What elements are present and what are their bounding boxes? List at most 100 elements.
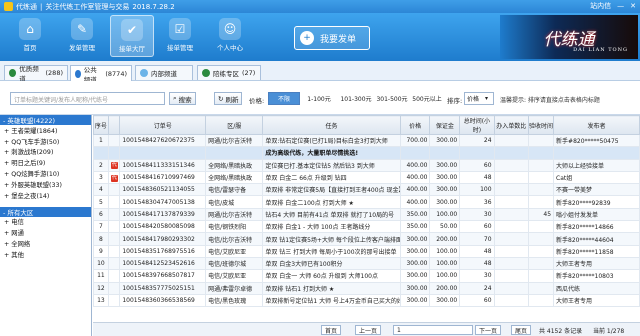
table-row[interactable]: 13 1001548360366538569 电信/黑色玫瑰 单双排新号定位钻1 大师… xyxy=(93,293,640,308)
table-row[interactable]: 1 1001548427620672375 网通/比尔吉沃特 单双:钻石定位赛(已打1… xyxy=(93,133,640,148)
column-header[interactable]: 总时间(小时) xyxy=(459,115,495,135)
minimize-button[interactable]: — xyxy=(617,2,624,10)
sidebar-item[interactable]: + 外服英雄联盟(33) xyxy=(0,179,91,190)
sidebar-group-lol[interactable]: - 英雄联盟(4222) xyxy=(0,115,91,125)
sidebar-item[interactable]: + 网通 xyxy=(0,227,91,238)
nav-home[interactable]: ⌂ 首页 xyxy=(8,15,52,57)
table-row[interactable]: 10 1001548412523452616 电信/班德尔城 单双 白金3大师已有10… xyxy=(93,256,640,271)
sidebar-item[interactable]: + QQ飞车手游(50) xyxy=(0,136,91,147)
column-header[interactable]: 序号 xyxy=(93,115,109,135)
tab-premium[interactable]: 优质频道 (288) xyxy=(4,65,68,83)
search-input[interactable]: 订单标题关键词/发布人昵称/代练号 xyxy=(10,92,165,105)
table-cell-server: 电信/钢铁烈阳 xyxy=(205,220,264,234)
refresh-button[interactable]: ↻ 刷新 xyxy=(214,92,243,105)
sidebar-item[interactable]: + 刺激战场(209) xyxy=(0,147,91,158)
table-cell-task: 单双排 钻石1 打到大师 ★ xyxy=(262,281,401,295)
sort-tip: 温馨提示: 排序请直接点击表格内标题 xyxy=(500,97,600,104)
table-row[interactable]: 6 1001548417137879339 网通/比尔吉沃特 钻石4 大师 目前有41… xyxy=(93,207,640,222)
price-range-2[interactable]: 101-300元 xyxy=(338,92,374,105)
close-button[interactable]: ✕ xyxy=(630,2,636,10)
table-row[interactable]: 4 1001548360521134055 电信/雷瑟守备 单双排 非常定位赛5局【直… xyxy=(93,183,640,197)
column-header[interactable]: 价格 xyxy=(399,115,431,135)
column-header[interactable]: 区/服 xyxy=(205,115,264,135)
table-cell-hours: 48 xyxy=(459,170,495,185)
table-cell-deposit: 300.00 xyxy=(429,293,461,308)
table-cell-hours: 48 xyxy=(459,244,495,258)
table-cell-no: 12 xyxy=(93,281,109,295)
table-row[interactable]: 3 代 1001548416710997469 全网络/黑暗执政 单双 白金二 66点 … xyxy=(93,170,640,185)
table-row[interactable]: 5 1001548304747005138 电信/皮城 单双排 白金二100点 打到大… xyxy=(93,195,640,209)
page-input[interactable]: 1 xyxy=(393,325,473,335)
first-page-button[interactable]: 首页 xyxy=(321,325,342,335)
table-cell-flag: 代 xyxy=(107,170,121,185)
table-cell-pub: 大师以上经验接单 xyxy=(553,158,640,172)
table-row[interactable]: 12 1001548357775025151 网通/弗雷尔卓德 单双排 钻石1 打到大… xyxy=(93,281,640,295)
sidebar-item[interactable]: + QQ炫舞手游(10) xyxy=(0,168,91,179)
table-cell-pub: 新手820*****44604 xyxy=(553,232,640,246)
tab-public[interactable]: 公共频道 (8774) xyxy=(70,65,132,84)
wifi-icon xyxy=(140,69,148,77)
nav-send-manage[interactable]: ✎ 发单管理 xyxy=(60,15,104,57)
table-cell-no: 6 xyxy=(93,207,109,222)
table-cell-deposit: 300.00 xyxy=(429,158,461,172)
price-range-3[interactable]: 301-500元 xyxy=(374,92,410,105)
table-cell-price: 350.00 xyxy=(399,220,431,234)
table-cell-price: 300.00 xyxy=(399,244,431,258)
sort-select[interactable]: 价格 ▾ xyxy=(464,92,494,105)
prev-page-button[interactable]: 上一页 xyxy=(355,325,382,335)
table-cell-no: 2 xyxy=(93,158,109,172)
table-cell-task: 单双 白金二 66点 升级到 钻四 xyxy=(262,170,401,185)
column-header[interactable]: 保证金 xyxy=(429,115,461,135)
table-row[interactable]: 成为高级代练，大量职单尽情挑选! xyxy=(93,146,640,160)
sidebar-group-regions[interactable]: - 所有大区 xyxy=(0,206,91,217)
table-row[interactable]: 8 1001548417980293302 电信/比尔吉沃特 单双 钻1定位赛5场+大… xyxy=(93,232,640,246)
table-cell-flag xyxy=(107,220,121,234)
table-cell-no: 7 xyxy=(93,220,109,234)
price-range-4[interactable]: 500元以上 xyxy=(410,92,444,105)
tab-internal[interactable]: 内部频道 xyxy=(135,65,193,80)
table-cell-task: 单双 钻三 打到大师 每周小于100次的那号出接单 xyxy=(262,244,401,258)
table-cell-pub: 西瓜代练 xyxy=(553,281,640,295)
nav-personal-center[interactable]: ☺ 个人中心 xyxy=(208,15,252,57)
table-row[interactable]: 7 1001548420580085098 电信/钢铁烈阳 单双排 白金1 - 大师 … xyxy=(93,220,640,234)
inbox-link[interactable]: 站内信 xyxy=(590,1,611,11)
table-cell-order: 1001548417137879339 xyxy=(119,207,207,222)
search-button[interactable]: ⌕ 搜索 xyxy=(169,92,196,105)
sidebar-item[interactable]: + 明日之后(9) xyxy=(0,157,91,168)
hall-icon: ✔ xyxy=(121,19,143,41)
table-row[interactable]: 9 1001548351768975516 电信/艾欧尼亚 单双 钻三 打到大师 每周… xyxy=(93,244,640,258)
column-header[interactable]: 任务 xyxy=(262,115,401,135)
send-order-button[interactable]: + 我要发单 xyxy=(294,26,370,50)
table-cell-flag xyxy=(107,293,121,308)
column-header[interactable] xyxy=(107,115,121,135)
column-header[interactable]: 订单号 xyxy=(119,115,207,135)
tab-companion[interactable]: 陪练专区 (27) xyxy=(197,65,261,80)
table-cell-flag xyxy=(107,256,121,271)
price-range-any[interactable]: 不限 xyxy=(268,92,300,105)
sidebar-item[interactable]: + 全网络 xyxy=(0,238,91,249)
table-cell-pub: Cat姐 xyxy=(553,170,640,185)
table-cell-price: 350.00 xyxy=(399,207,431,222)
sidebar-item[interactable]: + 堡垒之夜(14) xyxy=(0,190,91,201)
chevron-down-icon: ▾ xyxy=(485,95,489,102)
nav-home-label: 首页 xyxy=(23,44,37,52)
column-header[interactable]: 办入单数比 xyxy=(493,115,529,135)
last-page-button[interactable]: 尾页 xyxy=(511,325,532,335)
next-page-button[interactable]: 下一页 xyxy=(475,325,502,335)
sidebar-item[interactable]: + 其他 xyxy=(0,249,91,260)
table-cell-check xyxy=(527,281,555,295)
table-cell-deposit: 300.00 xyxy=(429,170,461,185)
nav-order-manage[interactable]: ☑ 接单管理 xyxy=(158,15,202,57)
table-row[interactable]: 2 代 1001548411333151346 全网络/黑暗执政 定位赛已打.基本定位钻… xyxy=(93,158,640,172)
table-cell-deposit: 50.00 xyxy=(429,220,461,234)
table-cell-task: 单双排 非常定位赛5局【直接打到王者400点 现金】 xyxy=(262,183,401,197)
sidebar-item[interactable]: + 王者荣耀(1864) xyxy=(0,125,91,136)
column-header[interactable]: 验收时间 xyxy=(527,115,555,135)
column-header[interactable]: 发布者 xyxy=(553,115,640,135)
table-cell-server: 全网络/黑暗执政 xyxy=(205,158,264,172)
price-range-1[interactable]: 1-100元 xyxy=(303,92,335,105)
nav-order-hall[interactable]: ✔ 接单大厅 xyxy=(110,15,154,57)
table-cell-ratio xyxy=(493,281,529,295)
table-row[interactable]: 11 1001548397668507817 电信/艾欧尼亚 单双 白金一 大师 60… xyxy=(93,269,640,283)
sidebar-item[interactable]: + 电信 xyxy=(0,217,91,228)
